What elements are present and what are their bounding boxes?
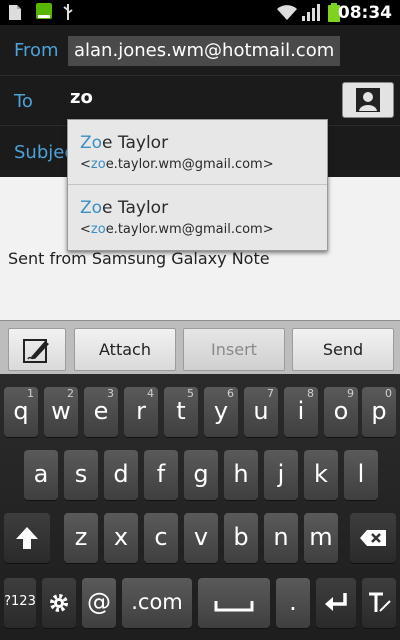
key-e[interactable]: e3 (84, 387, 118, 437)
suggestion-email: <zoe.taylor.wm@gmail.com> (80, 157, 274, 172)
insert-button[interactable]: Insert (183, 328, 285, 371)
clock: 08:34 (337, 3, 392, 23)
dotcom-key[interactable]: .com (122, 578, 192, 628)
key-n[interactable]: n (264, 513, 298, 563)
key-k[interactable]: k (304, 450, 338, 500)
from-account-selector[interactable]: alan.jones.wm@hotmail.com (68, 36, 341, 66)
attach-button[interactable]: Attach (74, 328, 176, 371)
key-i[interactable]: i8 (284, 387, 318, 437)
handwriting-button[interactable] (8, 328, 66, 371)
mail-badge-icon (36, 3, 52, 19)
document-icon (9, 5, 21, 20)
status-bar: 08:34 (0, 0, 400, 25)
key-u[interactable]: u7 (244, 387, 278, 437)
contact-icon (356, 88, 380, 112)
key-b[interactable]: b (224, 513, 258, 563)
backspace-icon (360, 530, 386, 546)
key-v[interactable]: v (184, 513, 218, 563)
signature-text: Sent from Samsung Galaxy Note (8, 249, 270, 268)
to-label: To (14, 91, 33, 112)
key-r[interactable]: r4 (124, 387, 158, 437)
keyboard: q1 w2 e3 r4 t5 y6 u7 i8 o9 p0 a s d f g … (0, 374, 400, 640)
suggestion-item[interactable]: Zoe Taylor <zoe.taylor.wm@gmail.com> (68, 120, 327, 184)
wifi-icon (277, 5, 297, 20)
to-input[interactable]: zo (70, 87, 93, 108)
pen-pad-icon (23, 339, 49, 363)
symbols-mode-key[interactable]: ?123 (4, 578, 36, 628)
recipient-suggestions: Zoe Taylor <zoe.taylor.wm@gmail.com> Zoe… (67, 119, 328, 251)
key-y[interactable]: y6 (204, 387, 238, 437)
usb-icon (63, 4, 73, 20)
key-h[interactable]: h (224, 450, 258, 500)
key-j[interactable]: j (264, 450, 298, 500)
enter-icon (325, 593, 347, 611)
backspace-key[interactable] (350, 513, 396, 563)
suggestion-email: <zoe.taylor.wm@gmail.com> (80, 222, 274, 237)
key-a[interactable]: a (24, 450, 58, 500)
space-bar-icon (214, 601, 254, 612)
gear-icon (50, 594, 68, 612)
space-key[interactable] (198, 578, 270, 628)
key-o[interactable]: o9 (324, 387, 358, 437)
key-w[interactable]: w2 (44, 387, 78, 437)
key-c[interactable]: c (144, 513, 178, 563)
key-z[interactable]: z (64, 513, 98, 563)
key-t[interactable]: t5 (164, 387, 198, 437)
key-l[interactable]: l (344, 450, 378, 500)
key-m[interactable]: m (304, 513, 338, 563)
send-button[interactable]: Send (292, 328, 394, 371)
text-format-icon (369, 592, 391, 612)
period-key[interactable]: . (276, 578, 310, 628)
from-label: From (14, 40, 59, 61)
key-x[interactable]: x (104, 513, 138, 563)
key-f[interactable]: f (144, 450, 178, 500)
key-d[interactable]: d (104, 450, 138, 500)
signal-icon (302, 4, 320, 21)
compose-toolbar: Attach Insert Send (0, 320, 400, 375)
key-q[interactable]: q1 (4, 387, 38, 437)
suggestion-name: Zoe Taylor (80, 198, 169, 218)
suggestion-item[interactable]: Zoe Taylor <zoe.taylor.wm@gmail.com> (68, 185, 327, 249)
add-contact-button[interactable] (342, 82, 394, 118)
divider (0, 75, 400, 76)
key-s[interactable]: s (64, 450, 98, 500)
suggestion-name: Zoe Taylor (80, 133, 169, 153)
shift-arrow-icon (16, 527, 38, 549)
enter-key[interactable] (316, 578, 356, 628)
text-input-key[interactable] (362, 578, 396, 628)
shift-key[interactable] (4, 513, 50, 563)
key-g[interactable]: g (184, 450, 218, 500)
key-p[interactable]: p0 (362, 387, 396, 437)
at-key[interactable]: @ (82, 578, 116, 628)
settings-key[interactable] (42, 578, 76, 628)
